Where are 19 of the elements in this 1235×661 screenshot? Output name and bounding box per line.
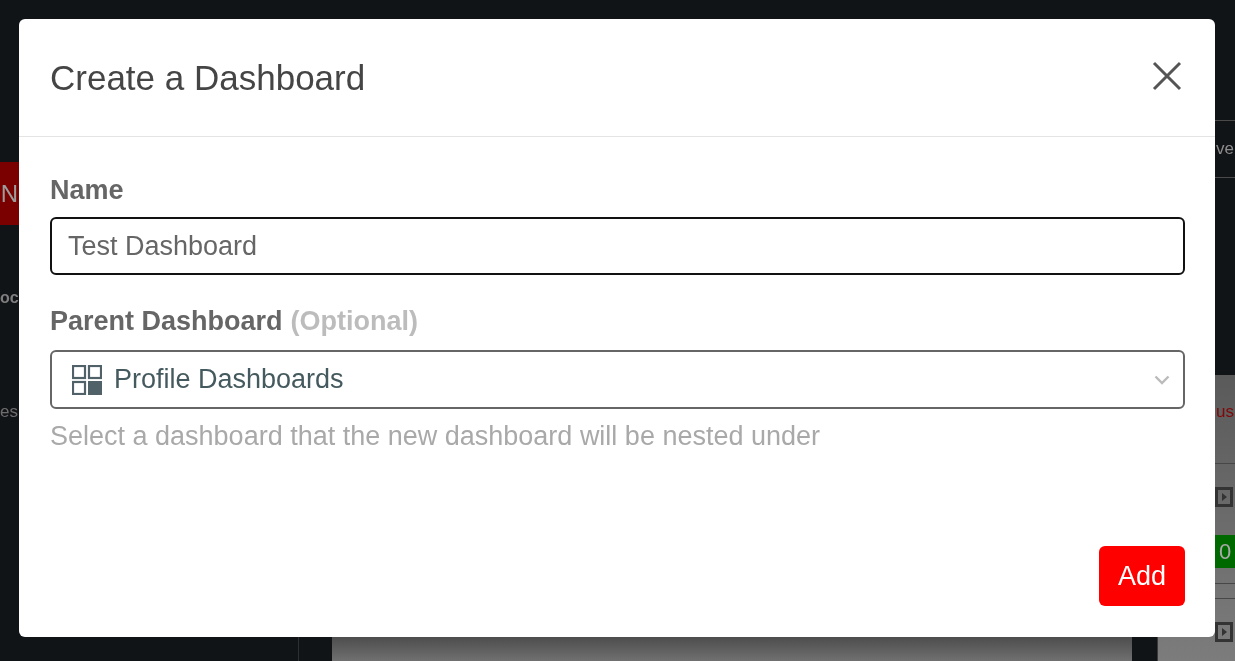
close-button[interactable] — [1152, 61, 1182, 91]
play-box-icon[interactable] — [1215, 622, 1233, 642]
page-heading: oc — [0, 288, 19, 308]
grid-icon — [72, 364, 102, 395]
add-button[interactable]: Add — [1099, 546, 1185, 606]
help-text: Select a dashboard that the new dashboard will be nested under — [50, 420, 822, 452]
count-badge: 0 — [1215, 535, 1235, 568]
side-button[interactable]: N — [0, 162, 19, 225]
close-icon — [1152, 61, 1182, 91]
panel-title: us — [1216, 402, 1235, 422]
parent-select[interactable]: Profile Dashboards — [50, 350, 1185, 409]
chevron-down-icon — [1154, 374, 1170, 385]
optional-note: (Optional) — [290, 305, 419, 337]
play-box-icon[interactable] — [1215, 487, 1233, 507]
field-label: Parent Dashboard — [50, 305, 283, 337]
name-input[interactable]: Test Dashboard — [50, 217, 1185, 275]
field-label: Name — [50, 174, 124, 206]
dialog-title: Create a Dashboard — [50, 56, 366, 99]
page-text: es — [0, 402, 18, 422]
